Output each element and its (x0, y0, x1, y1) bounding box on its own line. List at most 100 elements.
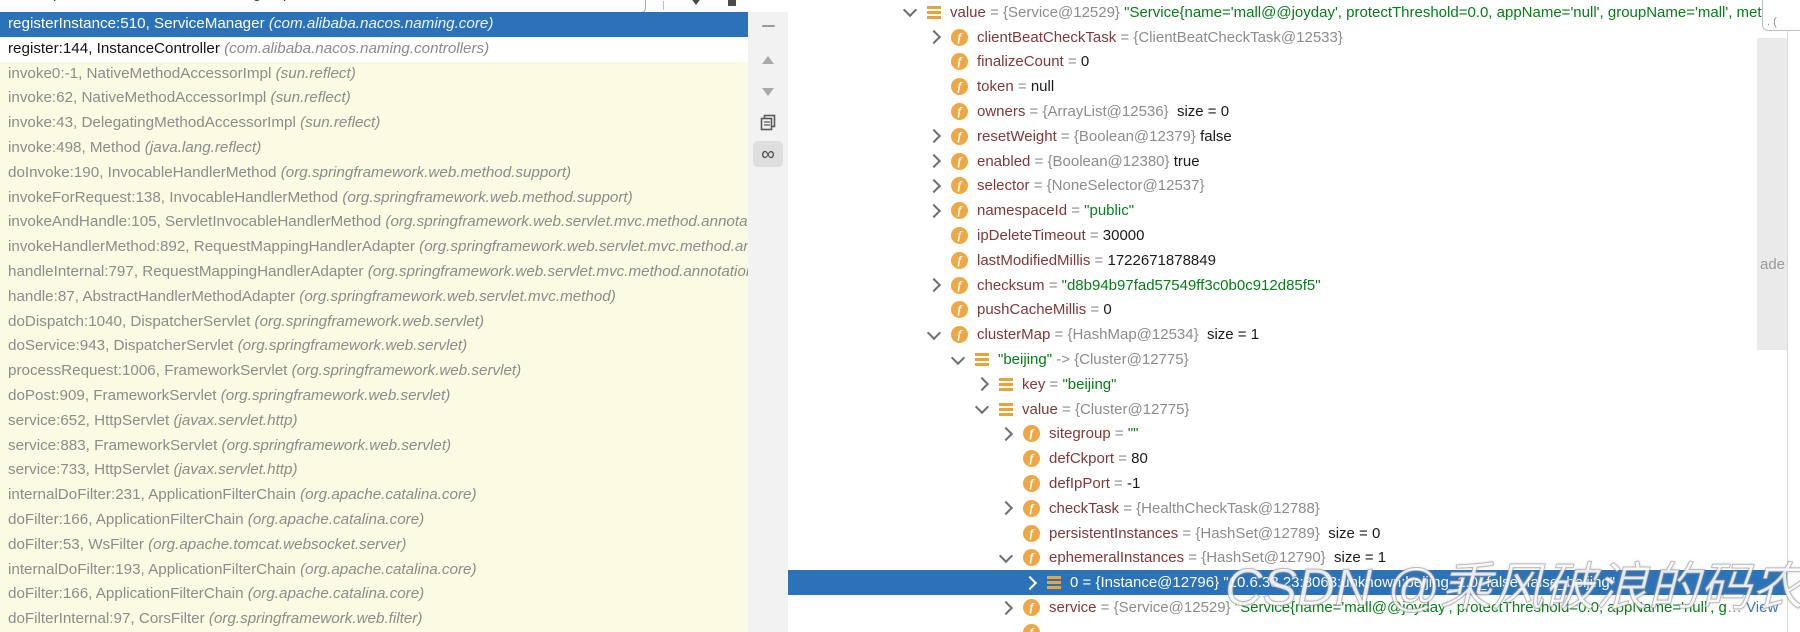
variable-row[interactable]: fipDeleteTimeout = 30000 (788, 223, 1787, 248)
frame-location: invoke:43, DelegatingMethodAccessorImpl (8, 114, 296, 131)
variable-row[interactable]: ffinalizeCount = 0 (788, 50, 1787, 75)
stack-frame-row[interactable]: service:652, HttpServlet (javax.servlet.… (0, 409, 748, 434)
variable-row[interactable]: fowners = {ArrayList@12536} size = 0 (788, 99, 1787, 124)
stack-frame-row[interactable]: register:144, InstanceController (com.al… (0, 37, 748, 62)
variable-row[interactable]: fservice = {Service@12529} "Service{name… (788, 595, 1787, 620)
variable-row[interactable]: fclientBeatCheckTask = {ClientBeatCheckT… (788, 25, 1787, 50)
chevron-right-icon[interactable] (927, 278, 941, 292)
variable-row[interactable]: fchecksum = "d8b94b97fad57549ff3c0b0c912… (788, 273, 1787, 298)
chevron-right-icon[interactable] (927, 30, 941, 44)
frame-location: service:733, HttpServlet (8, 461, 169, 478)
variable-text: = (986, 4, 1003, 21)
variable-row[interactable]: ftoken = null (788, 74, 1787, 99)
stack-frame-row[interactable]: invokeAndHandle:105, ServletInvocableHan… (0, 210, 748, 235)
chevron-down-icon[interactable] (999, 549, 1013, 563)
toolbar-icon-fragment[interactable] (728, 0, 736, 6)
variables-panel: value = {Service@12529} "Service{name='m… (788, 0, 1787, 632)
stack-frame-row[interactable]: doFilter:166, ApplicationFilterChain (or… (0, 508, 748, 533)
variable-row[interactable]: value = {Cluster@12775} (788, 397, 1787, 422)
object-icon (999, 378, 1013, 391)
stack-frame-row[interactable]: doPost:909, FrameworkServlet (org.spring… (0, 384, 748, 409)
variable-row[interactable]: fenabled = {Boolean@12380} true (788, 149, 1787, 174)
variable-row[interactable]: fdefCkport = 80 (788, 446, 1787, 471)
variable-text: ephemeralInstances (1049, 549, 1184, 566)
chevron-right-icon[interactable] (975, 377, 989, 391)
variable-text: 0 (1081, 53, 1089, 70)
copy-stack-icon[interactable] (748, 112, 788, 132)
variable-row[interactable]: fselector = {NoneSelector@12537} (788, 174, 1787, 199)
object-icon (927, 6, 941, 19)
scroll-down-icon[interactable] (748, 84, 788, 100)
chevron-down-icon[interactable] (927, 326, 941, 340)
chevron-right-icon[interactable] (927, 179, 941, 193)
stack-frame-row[interactable]: internalDoFilter:193, ApplicationFilterC… (0, 558, 748, 583)
stack-frame-row[interactable]: doDispatch:1040, DispatcherServlet (org.… (0, 310, 748, 335)
stack-frame-row[interactable]: handleInternal:797, RequestMappingHandle… (0, 260, 748, 285)
stack-frame-row[interactable]: doService:943, DispatcherServlet (org.sp… (0, 334, 748, 359)
variable-row[interactable]: key = "beijing" (788, 372, 1787, 397)
chevron-right-icon[interactable] (927, 204, 941, 218)
scrollbar-thumb[interactable] (1757, 38, 1787, 350)
frame-package: (javax.servlet.http) (169, 412, 297, 429)
chevron-right-icon[interactable] (999, 501, 1013, 515)
scrollbar-track[interactable] (1788, 0, 1800, 632)
variable-text: {Boolean@12380} (1048, 153, 1174, 170)
stack-frame-row[interactable]: doFilter:166, ApplicationFilterChain (or… (0, 582, 748, 607)
stack-frame-row[interactable]: internalDoFilter:231, ApplicationFilterC… (0, 483, 748, 508)
variable-text: = (1057, 128, 1074, 145)
stack-frame-row[interactable]: invokeForRequest:138, InvocableHandlerMe… (0, 186, 748, 211)
infinity-icon[interactable]: ∞ (748, 140, 788, 168)
stack-frame-row[interactable]: registerInstance:510, ServiceManager (co… (0, 12, 748, 37)
stack-frame-row[interactable]: doFilter:53, WsFilter (org.apache.tomcat… (0, 533, 748, 558)
stack-frame-row[interactable]: service:733, HttpServlet (javax.servlet.… (0, 458, 748, 483)
frame-location: registerInstance:510, ServiceManager (8, 15, 265, 32)
stack-frame-row[interactable]: doInvoke:190, InvocableHandlerMethod (or… (0, 161, 748, 186)
variable-row[interactable]: fresetWeight = {Boolean@12379} false (788, 124, 1787, 149)
variable-row[interactable]: "beijing" -> {Cluster@12775} (788, 347, 1787, 372)
variable-text: defCkport (1049, 450, 1114, 467)
frame-package: (org.springframework.web.servlet) (250, 313, 484, 330)
chevron-right-icon[interactable] (999, 600, 1013, 614)
view-link[interactable]: View (1746, 599, 1778, 616)
chevron-right-icon[interactable] (927, 154, 941, 168)
chevron-right-icon[interactable] (999, 427, 1013, 441)
variable-row[interactable]: flastModifiedMillis = 1722671878849 (788, 248, 1787, 273)
variable-text: = (1025, 103, 1042, 120)
variable-text: = (1114, 450, 1131, 467)
variable-row[interactable]: fdefIpPort = -1 (788, 471, 1787, 496)
chevron-down-icon[interactable] (690, 0, 702, 5)
variable-row[interactable]: value = {Service@12529} "Service{name='m… (788, 0, 1787, 25)
scroll-up-icon[interactable] (748, 52, 788, 68)
stack-frame-row[interactable]: doFilterInternal:97, CorsFilter (org.spr… (0, 607, 748, 632)
thread-selector[interactable]: "http-nio-8848-exec-1"@9,796 in group "m… (0, 0, 646, 12)
stack-frame-row[interactable]: handle:87, AbstractHandlerMethodAdapter … (0, 285, 748, 310)
minus-icon[interactable] (748, 18, 788, 34)
stack-frame-row[interactable]: service:883, FrameworkServlet (org.sprin… (0, 434, 748, 459)
stack-frame-row[interactable]: invoke:498, Method (java.lang.reflect) (0, 136, 748, 161)
stack-frame-row[interactable]: invokeHandlerMethod:892, RequestMappingH… (0, 235, 748, 260)
variable-text: = (1110, 475, 1127, 492)
stack-frame-row[interactable]: invoke:62, NativeMethodAccessorImpl (sun… (0, 86, 748, 111)
variable-row[interactable]: fcheckTask = {HealthCheckTask@12788} (788, 496, 1787, 521)
variable-row[interactable]: f (788, 620, 1787, 632)
stack-frame-row[interactable]: invoke:43, DelegatingMethodAccessorImpl … (0, 111, 748, 136)
copy-stack-icon-glyph (760, 114, 777, 131)
chevron-down-icon[interactable] (975, 400, 989, 414)
chevron-down-icon[interactable] (951, 350, 965, 364)
field-icon: f (951, 326, 968, 343)
variable-text: defIpPort (1049, 475, 1110, 492)
stack-frame-row[interactable]: invoke0:-1, NativeMethodAccessorImpl (su… (0, 62, 748, 87)
variable-row[interactable]: fsitegroup = "" (788, 422, 1787, 447)
chevron-right-icon[interactable] (927, 129, 941, 143)
field-icon: f (1023, 599, 1040, 616)
variable-row[interactable]: fephemeralInstances = {HashSet@12790} si… (788, 546, 1787, 571)
stack-frame-row[interactable]: processRequest:1006, FrameworkServlet (o… (0, 359, 748, 384)
chevron-right-icon[interactable] (1023, 576, 1037, 590)
variable-row[interactable]: fpersistentInstances = {HashSet@12789} s… (788, 521, 1787, 546)
variable-row[interactable]: fpushCacheMillis = 0 (788, 298, 1787, 323)
frame-package: (java.lang.reflect) (141, 139, 262, 156)
variable-row[interactable]: fclusterMap = {HashMap@12534} size = 1 (788, 322, 1787, 347)
variable-row[interactable]: fnamespaceId = "public" (788, 198, 1787, 223)
variable-row[interactable]: 0 = {Instance@12796} "10.6.33.23:8063:un… (788, 570, 1787, 595)
chevron-down-icon[interactable] (903, 3, 917, 17)
